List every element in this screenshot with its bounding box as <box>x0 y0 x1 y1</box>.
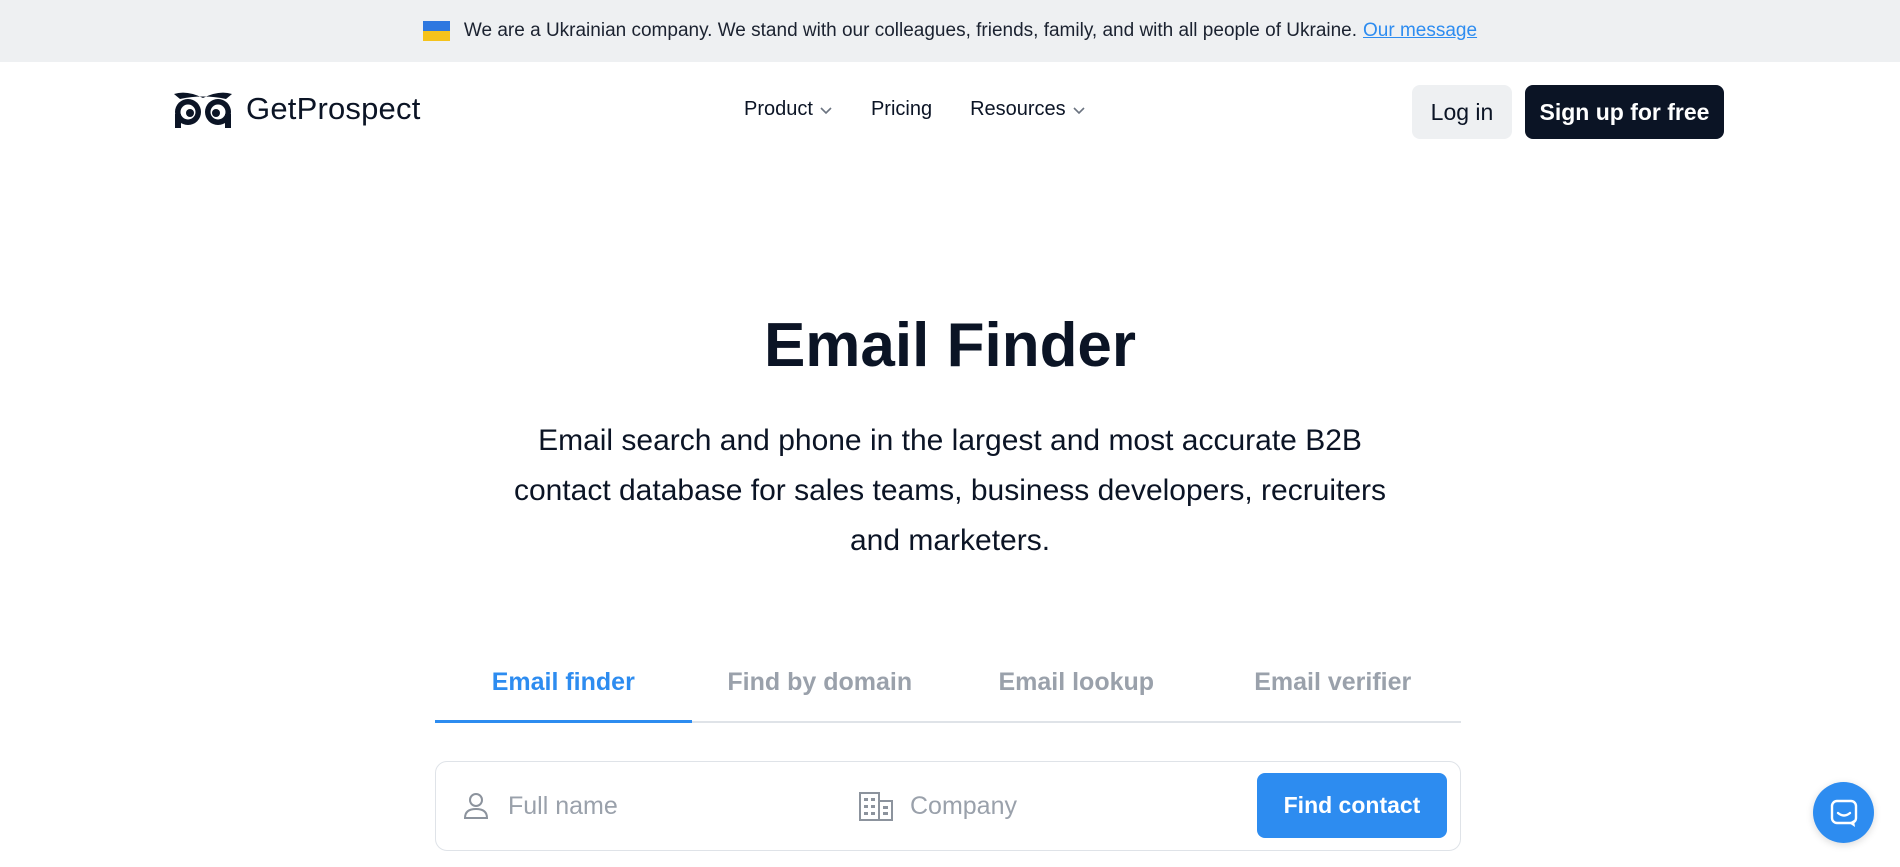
getprospect-logo[interactable]: GetProspect <box>172 90 421 128</box>
person-icon <box>463 793 489 819</box>
owl-logo-icon <box>174 92 232 128</box>
top-navigation: GetProspect Product Pricing Resources Lo… <box>0 62 1900 162</box>
search-form: Find contact <box>435 761 1461 851</box>
chevron-down-icon <box>1072 105 1086 115</box>
chat-launcher[interactable] <box>1813 782 1874 843</box>
main-menu: Product Pricing Resources <box>744 98 1124 121</box>
nav-item-label: Product <box>744 98 813 120</box>
tool-tabs: Email finder Find by domain Email lookup… <box>435 655 1461 723</box>
nav-item-label: Pricing <box>870 98 933 120</box>
nav-item-product[interactable]: Product <box>744 98 833 121</box>
nav-item-resources[interactable]: Resources <box>970 98 1086 121</box>
company-input[interactable] <box>910 791 1210 821</box>
nav-item-pricing[interactable]: Pricing <box>871 98 932 121</box>
tab-email-verifier[interactable]: Email verifier <box>1205 655 1462 721</box>
page-title: Email Finder <box>763 311 1137 380</box>
tab-email-finder[interactable]: Email finder <box>435 655 692 723</box>
tab-email-lookup[interactable]: Email lookup <box>948 655 1205 721</box>
signup-button[interactable]: Sign up for free <box>1525 85 1724 139</box>
login-button[interactable]: Log in <box>1412 85 1512 139</box>
company-field <box>858 762 1218 850</box>
full-name-input[interactable] <box>508 791 808 821</box>
building-icon <box>859 792 893 821</box>
ukraine-flag-icon <box>422 21 450 41</box>
tab-find-by-domain[interactable]: Find by domain <box>692 655 949 721</box>
our-message-link[interactable]: Our message <box>1363 20 1477 42</box>
chevron-down-icon <box>819 105 833 115</box>
nav-item-label: Resources <box>970 98 1066 120</box>
chat-icon <box>1830 799 1857 827</box>
find-contact-button[interactable]: Find contact <box>1257 773 1447 838</box>
logo-text: GetProspect <box>246 91 421 126</box>
page-subtitle: Email search and phone in the largest an… <box>513 424 1387 557</box>
announcement-banner: We are a Ukrainian company. We stand wit… <box>0 0 1900 62</box>
banner-text: We are a Ukrainian company. We stand wit… <box>463 20 1358 41</box>
full-name-field <box>460 762 820 850</box>
